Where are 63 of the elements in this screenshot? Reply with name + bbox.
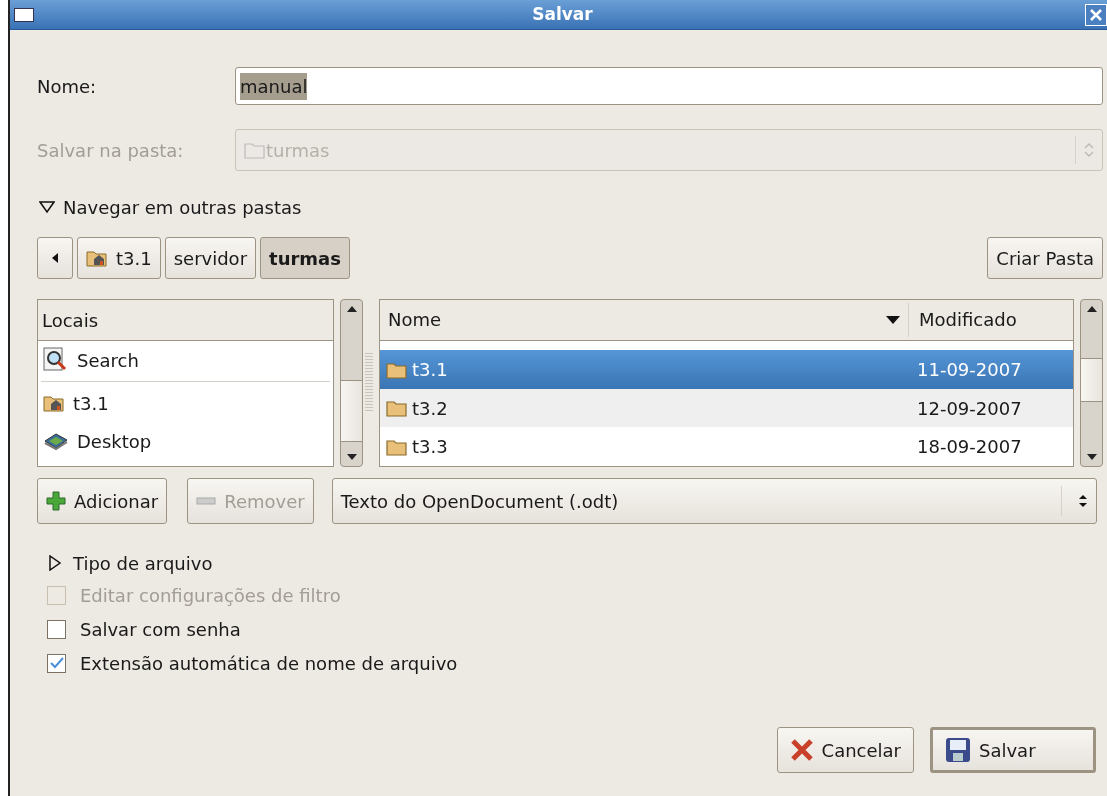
path-back-button[interactable] <box>37 237 73 279</box>
minus-icon <box>196 497 217 505</box>
folder-label: Salvar na pasta: <box>37 138 185 163</box>
search-icon <box>43 347 69 373</box>
checkbox-label: Salvar com senha <box>80 617 241 642</box>
left-arrow-icon <box>52 253 58 263</box>
file-name: t3.1 <box>412 358 448 383</box>
checkbox[interactable] <box>47 653 66 673</box>
places-header[interactable]: Locais <box>38 300 333 341</box>
path-button[interactable]: servidor <box>164 237 257 279</box>
column-header[interactable]: Modificado <box>909 306 1073 334</box>
expander-down-icon[interactable] <box>39 199 55 215</box>
desktop-icon <box>43 431 69 451</box>
browse-folders-toggle[interactable]: Navegar em outras pastas <box>39 191 1103 223</box>
expander-right-icon[interactable] <box>47 555 63 571</box>
scroll-thumb[interactable] <box>341 380 362 442</box>
file-name: t3.2 <box>412 396 448 421</box>
add-button[interactable]: Adicionar <box>37 478 168 524</box>
close-icon <box>789 738 814 762</box>
file-type-dropdown[interactable]: Texto do OpenDocument (.odt) <box>331 478 1097 524</box>
cancel-button[interactable]: Cancelar <box>776 727 914 773</box>
home-folder-icon <box>86 248 108 268</box>
spin-arrows-icon <box>1078 493 1088 509</box>
modified-date: 11-09-2007 <box>916 358 1023 383</box>
scroll-thumb[interactable] <box>1081 358 1102 402</box>
column-header[interactable]: Nome <box>380 302 909 337</box>
plus-icon <box>46 491 66 511</box>
file-row[interactable]: t3.2 12-09-2007 <box>380 388 1073 428</box>
place-item[interactable]: Search <box>38 341 333 379</box>
folder-icon <box>244 141 266 159</box>
close-icon[interactable] <box>1085 4 1107 26</box>
modified-date: 12-09-2007 <box>916 396 1023 421</box>
create-folder-button[interactable]: Criar Pasta <box>987 237 1103 279</box>
file-name: t3.3 <box>412 435 448 460</box>
sort-down-icon <box>886 315 900 324</box>
scroll-down-icon[interactable] <box>1087 454 1097 460</box>
file-row[interactable]: t3.1 11-09-2007 <box>380 350 1073 389</box>
modified-date: 18-09-2007 <box>916 435 1023 460</box>
place-item[interactable]: Desktop <box>38 422 333 460</box>
scrollbar[interactable] <box>1080 299 1103 467</box>
name-label: Nome: <box>37 74 98 99</box>
scroll-down-icon[interactable] <box>347 454 357 460</box>
place-item[interactable]: t3.1 <box>38 384 333 422</box>
checkbox-label: Editar configurações de filtro <box>80 583 341 608</box>
scroll-up-icon[interactable] <box>347 306 357 312</box>
spin-arrows-icon <box>1084 142 1094 158</box>
name-field[interactable]: manual <box>235 67 1103 105</box>
path-button[interactable]: turmas <box>260 237 350 279</box>
folder-icon <box>386 360 408 379</box>
home-folder-icon <box>43 393 65 413</box>
file-type-toggle[interactable]: Tipo de arquivo <box>47 548 1103 578</box>
scroll-up-icon[interactable] <box>1087 306 1097 312</box>
window-menu-icon[interactable] <box>14 8 34 22</box>
checkbox[interactable] <box>47 619 66 639</box>
window-title: Salvar <box>532 2 593 26</box>
scrollbar[interactable] <box>340 299 363 467</box>
path-button[interactable]: t3.1 <box>77 237 161 279</box>
folder-icon <box>386 399 408 418</box>
folder-icon <box>386 437 408 456</box>
save-button[interactable]: Salvar <box>930 727 1096 773</box>
check-icon <box>49 657 64 669</box>
checkbox-label: Extensão automática de nome de arquivo <box>80 651 458 676</box>
pane-resize-handle[interactable] <box>365 353 373 413</box>
